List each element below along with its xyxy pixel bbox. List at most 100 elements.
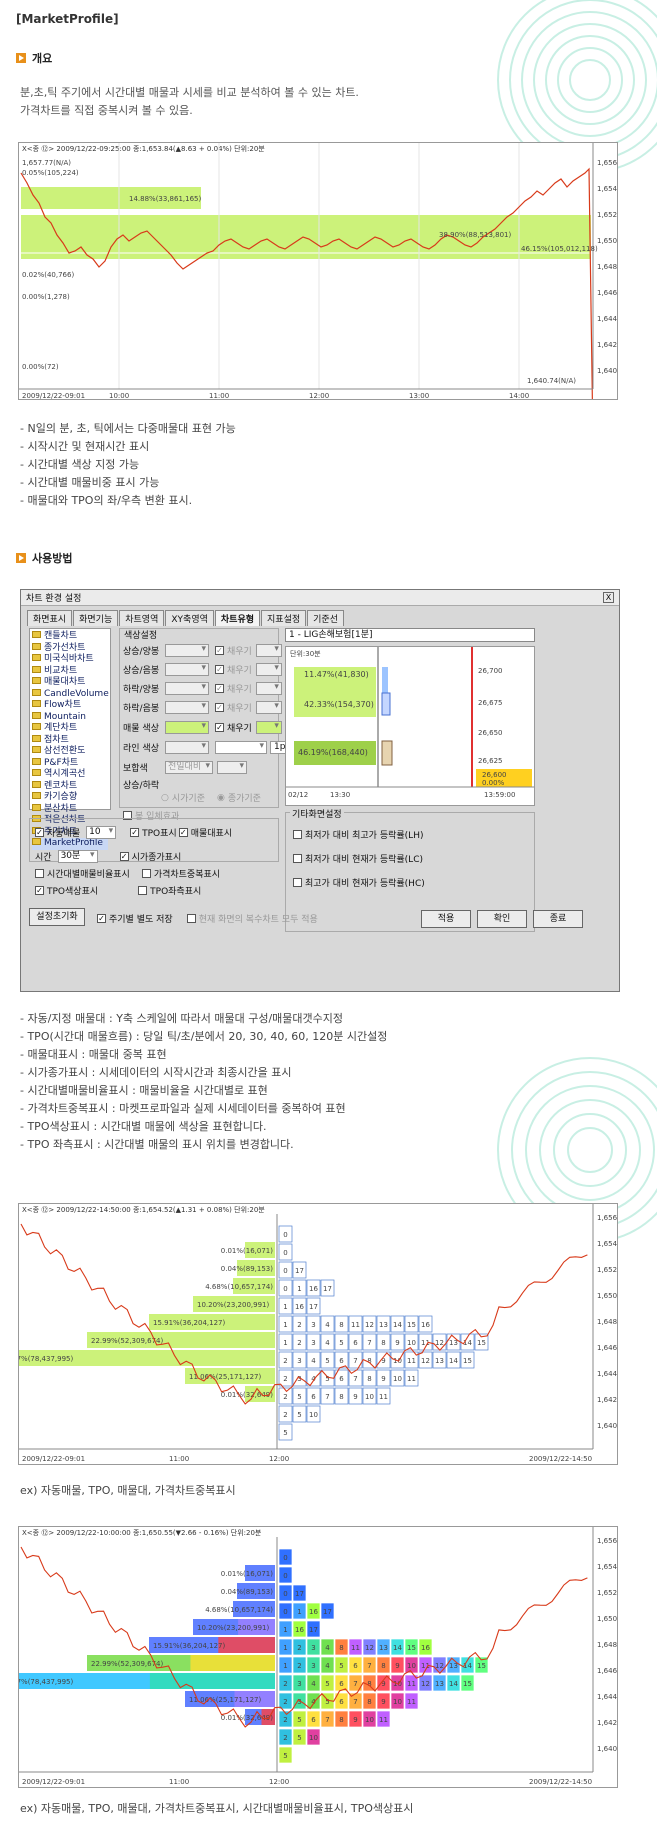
tab-baseline[interactable]: 기준선 bbox=[307, 610, 344, 626]
tpo-cell-label: 17 bbox=[295, 1590, 304, 1598]
tpo-cell-label: 10 bbox=[407, 1339, 416, 1347]
tab-display[interactable]: 화면표시 bbox=[27, 610, 73, 626]
tpo-cell-label: 16 bbox=[295, 1303, 304, 1311]
end-button[interactable]: 종료 bbox=[533, 910, 583, 928]
fill-color-picker[interactable] bbox=[255, 682, 282, 695]
line-style-select[interactable] bbox=[215, 741, 267, 754]
tpo-show-checkbox[interactable]: ✓ bbox=[130, 828, 140, 837]
lc-checkbox[interactable] bbox=[293, 854, 302, 863]
start-end-checkbox[interactable]: ✓ bbox=[119, 852, 129, 861]
color-picker[interactable] bbox=[165, 682, 209, 695]
tree-item[interactable]: 삼선전환도 bbox=[32, 746, 108, 758]
time-ratio-checkbox[interactable] bbox=[35, 869, 44, 878]
tree-item[interactable]: 카기승향 bbox=[32, 792, 108, 804]
x-tick-label: 11:00 bbox=[169, 1778, 189, 1786]
tab-xy-axis[interactable]: XY축영역 bbox=[165, 610, 214, 626]
tree-item[interactable]: P&F차트 bbox=[32, 757, 108, 770]
hc-checkbox[interactable] bbox=[293, 878, 302, 887]
tab-chart-area[interactable]: 차트영역 bbox=[119, 610, 165, 626]
radio-icon[interactable]: ○ bbox=[161, 793, 169, 803]
tree-item[interactable]: Flow차트 bbox=[32, 700, 108, 712]
volume-label: 22.99%(52,309,674) bbox=[91, 1337, 164, 1345]
reset-button[interactable]: 설정초기화 bbox=[29, 908, 85, 926]
ok-button[interactable]: 확인 bbox=[477, 910, 527, 928]
folder-icon bbox=[32, 757, 41, 765]
tree-item[interactable]: 계단차트 bbox=[32, 723, 108, 735]
tree-item[interactable]: CandleVolume bbox=[32, 688, 109, 701]
radio-icon[interactable]: ◉ bbox=[217, 793, 225, 803]
color-picker[interactable] bbox=[165, 663, 209, 676]
fill-checkbox[interactable]: ✓ bbox=[215, 646, 224, 655]
tree-item[interactable]: Mountain bbox=[32, 711, 108, 724]
tpo-cell-label: 17 bbox=[309, 1626, 318, 1634]
color-picker[interactable] bbox=[165, 644, 209, 657]
lh-checkbox[interactable] bbox=[293, 830, 302, 839]
tab-chart-type[interactable]: 차트유형 bbox=[214, 610, 261, 626]
fill-checkbox[interactable]: ✓ bbox=[215, 684, 224, 693]
tree-item[interactable]: 매물대차트 bbox=[32, 677, 108, 689]
volume-show-checkbox[interactable]: ✓ bbox=[178, 828, 188, 837]
svg-text:02/12: 02/12 bbox=[288, 791, 308, 799]
x-tick-label: 11:00 bbox=[169, 1455, 189, 1463]
volume-label: 0.01%(16,071) bbox=[221, 1570, 273, 1578]
chart3-caption: ex) 자동매물, TPO, 매물대, 가격차트중복표시, 시간대별매물비율표시… bbox=[20, 1802, 414, 1815]
fill-checkbox[interactable]: ✓ bbox=[215, 665, 224, 674]
tree-item[interactable]: 렌코차트 bbox=[32, 780, 108, 793]
tpo-color-checkbox[interactable]: ✓ bbox=[35, 886, 44, 895]
tpo-cell-label: 5 bbox=[283, 1429, 287, 1437]
tpo-cell-label: 6 bbox=[353, 1662, 358, 1670]
tpo-cell-label: 8 bbox=[339, 1393, 343, 1401]
tpo-cell-label: 14 bbox=[449, 1357, 458, 1365]
chart-settings-dialog: 차트 환경 설정 X 화면표시 화면기능 차트영역 XY축영역 차트유형 지표설… bbox=[20, 589, 620, 992]
tab-indicator[interactable]: 지표설정 bbox=[261, 610, 307, 626]
tpo-cell-label: 11 bbox=[379, 1393, 388, 1401]
tree-item[interactable]: 역시계곡선 bbox=[32, 769, 108, 781]
svg-text:1,640.00: 1,640.00 bbox=[597, 367, 618, 375]
auto-volume-count[interactable]: 10 bbox=[86, 826, 117, 839]
tree-item[interactable]: 종가선차트 bbox=[32, 642, 108, 655]
tpo-cell-label: 5 bbox=[339, 1339, 343, 1347]
auto-volume-checkbox[interactable]: ✓ bbox=[35, 828, 44, 837]
tpo-cell-label: 11 bbox=[407, 1680, 416, 1688]
volume-color-label: 매물 색상 bbox=[123, 724, 159, 734]
fill-color-picker[interactable] bbox=[255, 663, 282, 676]
volume-label: 0.04%(89,153) bbox=[221, 1265, 273, 1273]
tab-function[interactable]: 화면기능 bbox=[73, 610, 119, 626]
tpo-cell-label: 16 bbox=[309, 1608, 318, 1616]
overview-bullets: - N일의 분, 초, 틱에서는 다중매물대 표현 가능 - 시작시간 및 현재… bbox=[20, 422, 236, 507]
aux-color-select[interactable]: 전일대비 bbox=[165, 761, 213, 774]
svg-text:0.02%(40,766): 0.02%(40,766) bbox=[22, 271, 74, 279]
tpo-cell-label: 4 bbox=[325, 1644, 330, 1652]
aux-color-picker[interactable] bbox=[217, 761, 247, 774]
color-group-label: 색상설정 bbox=[124, 631, 158, 641]
tpo-side-checkbox[interactable] bbox=[138, 886, 148, 895]
apply-all-checkbox[interactable] bbox=[186, 914, 196, 923]
fill-checkbox[interactable]: ✓ bbox=[215, 703, 224, 712]
tpo-cell-label: 0 bbox=[283, 1231, 287, 1239]
tpo-cell-label: 12 bbox=[421, 1357, 430, 1365]
color-picker[interactable] bbox=[165, 701, 209, 714]
time-select[interactable]: 30분 bbox=[57, 850, 98, 863]
y-tick-label: 1,648.00 bbox=[597, 1641, 618, 1649]
fill-color-picker[interactable] bbox=[255, 701, 282, 714]
svg-text:10:00: 10:00 bbox=[109, 392, 129, 400]
price-overlay-checkbox[interactable] bbox=[141, 869, 151, 878]
fill-checkbox[interactable]: ✓ bbox=[215, 723, 224, 732]
save-per-checkbox[interactable]: ✓ bbox=[97, 914, 106, 923]
preview-chart-svg: 단위:30분 11.47%(41,830) 42.33%(154,370) 46… bbox=[286, 647, 534, 799]
close-icon[interactable]: X bbox=[603, 592, 614, 603]
tree-item[interactable]: 미국식바차트 bbox=[32, 654, 108, 666]
tree-item[interactable]: 점차트 bbox=[32, 734, 108, 747]
svg-text:11:00: 11:00 bbox=[209, 392, 229, 400]
tree-item[interactable]: 분산차트 bbox=[32, 803, 108, 816]
fill-color-picker[interactable] bbox=[255, 721, 282, 734]
line-color-picker[interactable] bbox=[165, 741, 209, 754]
preview-combo[interactable]: 1 - LIG손해보험[1분] bbox=[285, 628, 535, 642]
tree-item[interactable]: 캔들차트 bbox=[32, 631, 108, 643]
fill-color-picker[interactable] bbox=[255, 644, 282, 657]
tpo-cell-label: 2 bbox=[283, 1411, 287, 1419]
volume-color-picker[interactable] bbox=[165, 721, 209, 734]
apply-button[interactable]: 적용 bbox=[421, 910, 471, 928]
tree-item[interactable]: 비교차트 bbox=[32, 665, 108, 678]
tpo-cell-label: 8 bbox=[367, 1698, 371, 1706]
